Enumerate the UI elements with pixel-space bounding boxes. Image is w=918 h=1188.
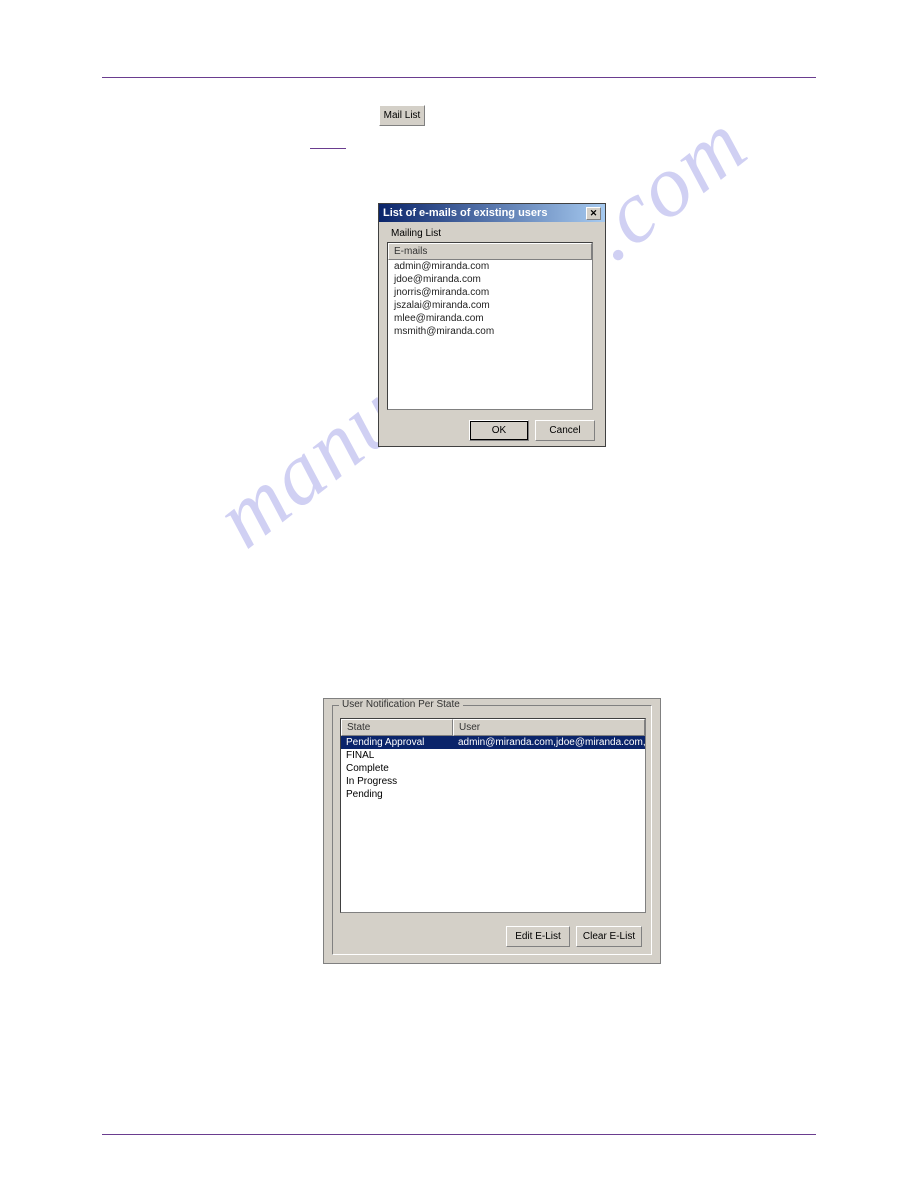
dialog-title-text: List of e-mails of existing users (383, 207, 547, 219)
user-cell: admin@miranda.com,jdoe@miranda.com,jn... (453, 736, 645, 749)
state-cell: In Progress (341, 775, 453, 788)
state-user-table[interactable]: State User Pending Approval admin@mirand… (340, 718, 646, 913)
list-item[interactable]: admin@miranda.com (388, 260, 592, 273)
table-row[interactable]: Pending Approval admin@miranda.com,jdoe@… (341, 736, 645, 749)
underline-accent (310, 148, 346, 149)
dialog-titlebar: List of e-mails of existing users ✕ (379, 204, 605, 222)
clear-elist-button[interactable]: Clear E-List (576, 926, 642, 947)
user-notification-panel: User Notification Per State State User P… (323, 698, 661, 964)
bottom-rule (102, 1134, 816, 1135)
list-item[interactable]: jnorris@miranda.com (388, 286, 592, 299)
list-item[interactable]: jdoe@miranda.com (388, 273, 592, 286)
table-row[interactable]: Pending (341, 788, 645, 801)
email-list-dialog: List of e-mails of existing users ✕ Mail… (378, 203, 606, 447)
email-listbox[interactable]: E-mails admin@miranda.com jdoe@miranda.c… (387, 242, 593, 410)
state-column-header[interactable]: State (341, 719, 453, 736)
user-cell (453, 775, 645, 788)
cancel-button[interactable]: Cancel (535, 420, 595, 441)
table-row[interactable]: In Progress (341, 775, 645, 788)
state-cell: FINAL (341, 749, 453, 762)
user-column-header[interactable]: User (453, 719, 645, 736)
close-icon[interactable]: ✕ (586, 207, 601, 220)
state-cell: Complete (341, 762, 453, 775)
state-cell: Pending (341, 788, 453, 801)
notification-fieldset: User Notification Per State State User P… (332, 705, 652, 955)
email-list-items: admin@miranda.com jdoe@miranda.com jnorr… (388, 260, 592, 338)
table-row[interactable]: Complete (341, 762, 645, 775)
edit-elist-button[interactable]: Edit E-List (506, 926, 570, 947)
user-cell (453, 788, 645, 801)
table-header-row: State User (341, 719, 645, 736)
list-item[interactable]: jszalai@miranda.com (388, 299, 592, 312)
top-rule (102, 77, 816, 78)
list-item[interactable]: msmith@miranda.com (388, 325, 592, 338)
mailing-list-label: Mailing List (391, 228, 597, 239)
table-row[interactable]: FINAL (341, 749, 645, 762)
fieldset-legend: User Notification Per State (339, 699, 463, 710)
ok-button[interactable]: OK (469, 420, 529, 441)
user-cell (453, 762, 645, 775)
list-item[interactable]: mlee@miranda.com (388, 312, 592, 325)
user-cell (453, 749, 645, 762)
emails-column-header[interactable]: E-mails (388, 243, 592, 260)
state-cell: Pending Approval (341, 736, 453, 749)
mail-list-button[interactable]: Mail List (379, 105, 425, 126)
